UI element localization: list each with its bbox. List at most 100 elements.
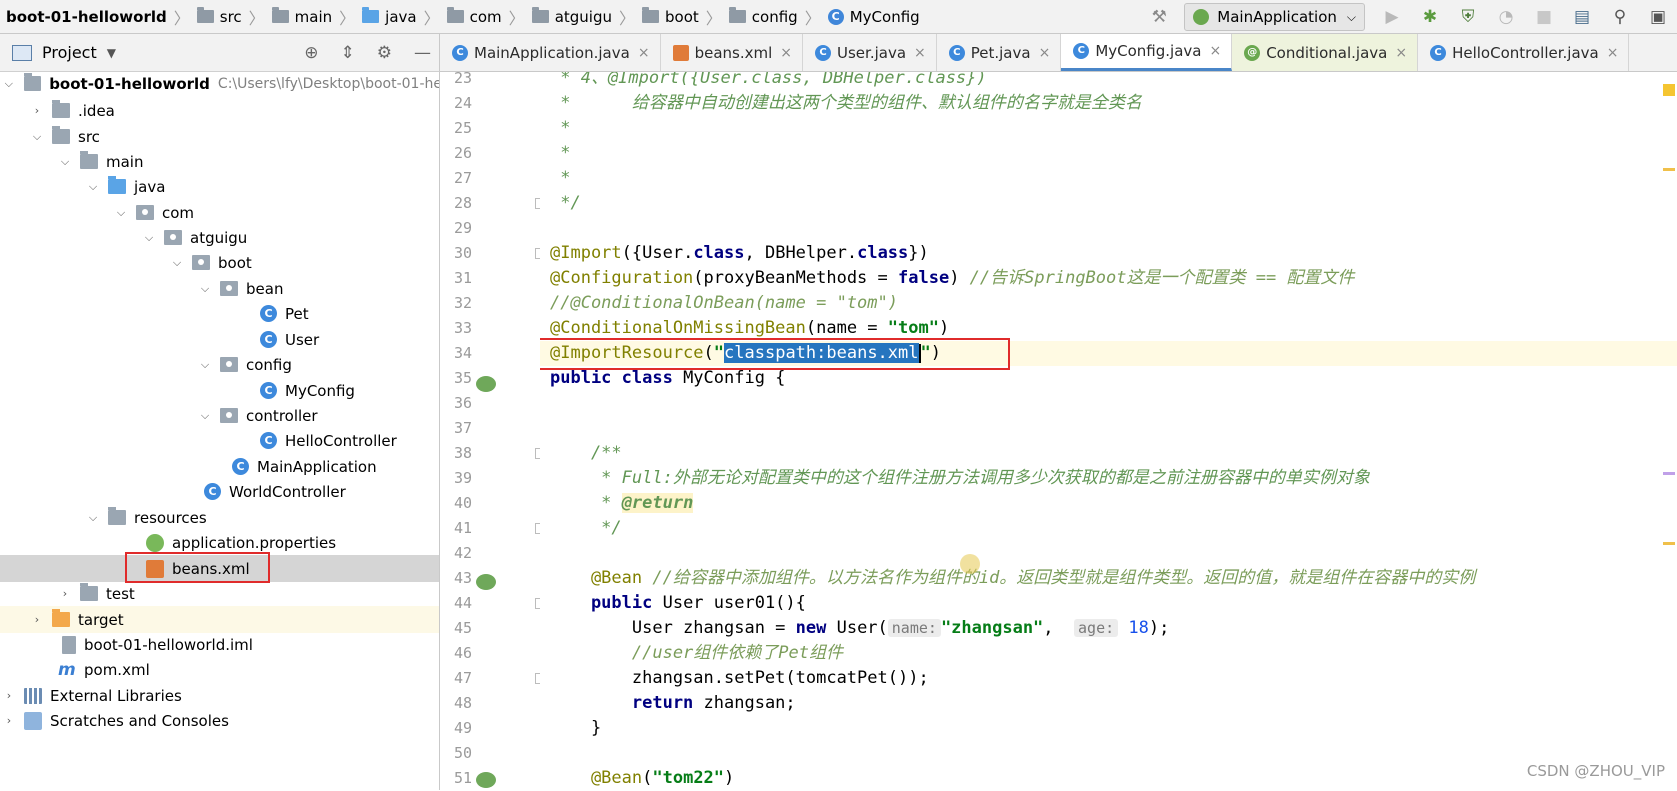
bean-gutter-icon[interactable] (476, 772, 496, 788)
code-line-28: */ (550, 193, 581, 213)
breadcrumb-main[interactable]: main (271, 7, 332, 26)
chevron-down-icon[interactable]: ⌵ (86, 180, 100, 194)
tab-myconfig[interactable]: C MyConfig.java × (1061, 34, 1233, 71)
tree-item-path: C:\Users\lfy\Desktop\boot-01-he (217, 75, 440, 92)
scroll-marker[interactable] (1663, 472, 1675, 475)
spring-config-gutter-icon[interactable] (476, 376, 496, 392)
breadcrumb-com[interactable]: com (446, 7, 502, 26)
chevron-down-icon[interactable]: ⌵ (198, 358, 212, 372)
run-configuration-select[interactable]: MainApplication ⌵ (1184, 3, 1365, 31)
minimize-icon[interactable]: — (414, 43, 431, 63)
close-icon[interactable]: × (1607, 45, 1619, 61)
tree-item-atguigu[interactable]: ⌵ atguigu (0, 224, 439, 251)
chevron-right-icon[interactable]: › (30, 613, 44, 626)
search-icon[interactable]: ⚲ (1609, 6, 1631, 28)
breadcrumb-config[interactable]: config (728, 7, 798, 26)
breadcrumb-java[interactable]: java (362, 7, 417, 26)
breadcrumb: boot-01-helloworld 〉 src 〉 main 〉 java 〉… (0, 0, 920, 34)
tree-item-boot[interactable]: ⌵ boot (0, 249, 439, 276)
tab-hellocontroller[interactable]: C HelloController.java × (1418, 34, 1630, 71)
line-number: 24 (453, 94, 472, 112)
breadcrumb-atguigu[interactable]: atguigu (531, 7, 612, 26)
close-icon[interactable]: × (1039, 45, 1051, 61)
tab-conditional[interactable]: @ Conditional.java × (1232, 34, 1419, 71)
collapse-all-icon[interactable]: ⇕ (341, 43, 355, 63)
coverage-icon[interactable]: ⛨ (1457, 6, 1479, 28)
run-icon[interactable]: ▶ (1381, 6, 1403, 28)
chevron-down-icon[interactable]: ⌵ (198, 282, 212, 296)
project-structure-icon[interactable]: ▤ (1571, 6, 1593, 28)
tree-item-idea[interactable]: › .idea (0, 97, 439, 124)
scroll-marker[interactable] (1663, 168, 1675, 171)
tree-item-resources[interactable]: ⌵ resources (0, 504, 439, 531)
tree-item-label: External Libraries (50, 686, 182, 705)
profiler-icon[interactable]: ◔ (1495, 6, 1517, 28)
bean-gutter-icon[interactable] (476, 574, 496, 590)
chevron-down-icon[interactable]: ⌵ (142, 231, 156, 245)
breadcrumb-project[interactable]: boot-01-helloworld (6, 8, 167, 26)
code-token: @Import (550, 243, 622, 263)
scratches-icon (24, 711, 42, 730)
tree-item-myconfig[interactable]: C MyConfig (0, 377, 439, 404)
breadcrumb-myconfig[interactable]: C MyConfig (827, 8, 920, 26)
chevron-right-icon[interactable]: › (2, 714, 16, 727)
gear-icon[interactable]: ⚙ (377, 43, 392, 63)
tree-item-external-libraries[interactable]: › External Libraries (0, 682, 439, 709)
tree-item-worldcontroller[interactable]: C WorldController (0, 478, 439, 505)
code-token: ); (1148, 618, 1170, 638)
close-icon[interactable]: × (1209, 43, 1221, 59)
locate-icon[interactable]: ⊕ (304, 43, 318, 63)
project-view-select[interactable]: Project ▼ (12, 43, 116, 62)
close-icon[interactable]: × (638, 45, 650, 61)
tree-item-main[interactable]: ⌵ main (0, 148, 439, 175)
code-editor[interactable]: * 4、@Import({User.class, DBHelper.class}… (540, 72, 1677, 790)
close-icon[interactable]: × (914, 45, 926, 61)
chevron-down-icon[interactable]: ⌵ (2, 77, 16, 91)
code-token: * (550, 493, 622, 513)
tree-item-java[interactable]: ⌵ java (0, 173, 439, 200)
tree-item-pet[interactable]: C Pet (0, 300, 439, 327)
tree-item-iml[interactable]: boot-01-helloworld.iml (0, 631, 439, 658)
chevron-right-icon[interactable]: › (58, 587, 72, 600)
tab-label: beans.xml (694, 43, 773, 62)
chevron-down-icon[interactable]: ⌵ (198, 409, 212, 423)
chevron-down-icon[interactable]: ⌵ (86, 511, 100, 525)
tree-item-com[interactable]: ⌵ com (0, 199, 439, 226)
window-icon[interactable]: ▣ (1647, 6, 1669, 28)
tab-user[interactable]: C User.java × (803, 34, 937, 71)
tree-item-src[interactable]: ⌵ src (0, 123, 439, 150)
debug-icon[interactable]: ✱ (1419, 6, 1441, 28)
chevron-down-icon[interactable]: ⌵ (114, 206, 128, 220)
chevron-right-icon[interactable]: › (2, 689, 16, 702)
tab-beans-xml[interactable]: beans.xml × (661, 34, 803, 71)
hammer-build-icon[interactable]: ⚒ (1148, 6, 1170, 28)
tree-item-mainapplication[interactable]: C MainApplication (0, 453, 439, 480)
scroll-marker[interactable] (1663, 542, 1675, 545)
tree-item-controller[interactable]: ⌵ controller (0, 402, 439, 429)
chevron-right-icon[interactable]: › (30, 104, 44, 117)
breadcrumb-boot[interactable]: boot (642, 7, 699, 26)
tree-item-test[interactable]: › test (0, 580, 439, 607)
breadcrumb-src[interactable]: src (196, 7, 242, 26)
tree-item-target[interactable]: › target (0, 606, 439, 633)
chevron-down-icon[interactable]: ⌵ (30, 130, 44, 144)
warning-marker[interactable] (1663, 84, 1675, 96)
chevron-down-icon[interactable]: ⌵ (58, 155, 72, 169)
tab-mainapplication[interactable]: C MainApplication.java × (440, 34, 661, 71)
tree-item-pom[interactable]: m pom.xml (0, 656, 439, 683)
tree-item-label: WorldController (229, 482, 346, 501)
tree-item-bean[interactable]: ⌵ bean (0, 275, 439, 302)
tree-item-user[interactable]: C User (0, 326, 439, 353)
chevron-down-icon[interactable]: ⌵ (170, 256, 184, 270)
stop-icon[interactable]: ■ (1533, 6, 1555, 28)
close-icon[interactable]: × (780, 45, 792, 61)
tab-pet[interactable]: C Pet.java × (937, 34, 1062, 71)
tree-item-scratches[interactable]: › Scratches and Consoles (0, 707, 439, 734)
tree-item-label: Pet (285, 304, 309, 323)
tree-item-hellocontroller[interactable]: C HelloController (0, 427, 439, 454)
tree-item-config[interactable]: ⌵ config (0, 351, 439, 378)
code-token: , DBHelper. (744, 243, 858, 263)
close-icon[interactable]: × (1395, 45, 1407, 61)
tree-item-root[interactable]: ⌵ boot-01-helloworld C:\Users\lfy\Deskto… (0, 72, 440, 97)
editor-scrollbar[interactable] (1661, 72, 1677, 790)
